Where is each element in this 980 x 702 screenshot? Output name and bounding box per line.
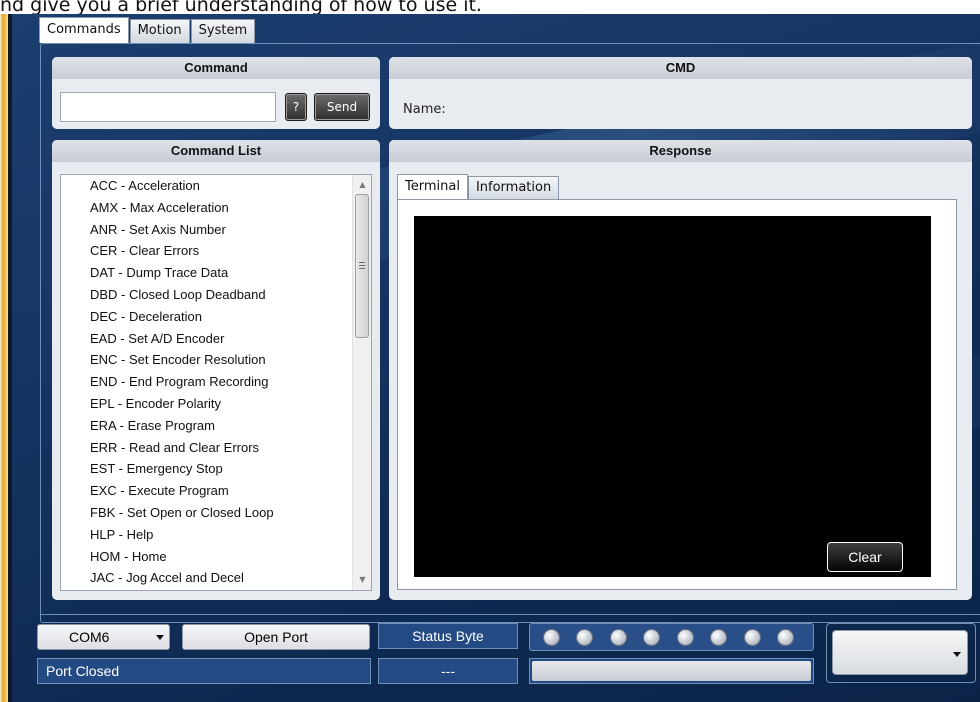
- status-progress-fill: [532, 661, 811, 681]
- list-item[interactable]: DEC - Deceleration: [61, 306, 351, 328]
- command-panel: Command ? Send: [52, 57, 380, 129]
- list-item[interactable]: HLP - Help: [61, 524, 351, 546]
- send-button[interactable]: Send: [314, 93, 370, 121]
- help-button[interactable]: ?: [285, 93, 307, 121]
- response-panel: Response Terminal Information Clear: [389, 140, 972, 600]
- tab-terminal[interactable]: Terminal: [397, 174, 468, 200]
- list-item[interactable]: ERA - Erase Program: [61, 415, 351, 437]
- list-item[interactable]: EPL - Encoder Polarity: [61, 393, 351, 415]
- command-panel-title: Command: [52, 57, 380, 79]
- list-item[interactable]: ERR - Read and Clear Errors: [61, 437, 351, 459]
- command-list-items: ACC - Acceleration AMX - Max Acceleratio…: [61, 175, 351, 589]
- chevron-down-icon: [156, 635, 164, 640]
- scroll-down-arrow-icon[interactable]: ▼: [353, 572, 371, 588]
- status-led-panel: [529, 623, 814, 651]
- clear-button[interactable]: Clear: [827, 542, 903, 572]
- response-panel-title: Response: [389, 140, 972, 162]
- list-item[interactable]: ENC - Set Encoder Resolution: [61, 349, 351, 371]
- tab-motion[interactable]: Motion: [129, 19, 190, 43]
- command-input[interactable]: [60, 92, 276, 122]
- list-item[interactable]: JAC - Jog Accel and Decel: [61, 567, 351, 589]
- main-tab-bar: Commands Motion System: [39, 17, 256, 43]
- status-led-icon: [745, 630, 760, 645]
- scroll-thumb[interactable]: [355, 194, 369, 338]
- list-item[interactable]: CER - Clear Errors: [61, 240, 351, 262]
- status-led-icon: [611, 630, 626, 645]
- status-led-icon: [711, 630, 726, 645]
- tab-information[interactable]: Information: [467, 176, 560, 200]
- cmd-name-label: Name:: [403, 102, 446, 117]
- status-led-icon: [778, 630, 793, 645]
- status-byte-label: Status Byte: [378, 623, 518, 649]
- page-caption: nd give you a brief understanding of how…: [0, 0, 482, 14]
- port-status: Port Closed: [37, 658, 371, 684]
- tab-commands[interactable]: Commands: [39, 17, 129, 43]
- status-byte-value: ---: [378, 658, 518, 684]
- list-item[interactable]: EAD - Set A/D Encoder: [61, 328, 351, 350]
- list-item[interactable]: EXC - Execute Program: [61, 480, 351, 502]
- divider: [40, 614, 980, 615]
- list-item[interactable]: DAT - Dump Trace Data: [61, 262, 351, 284]
- terminal-output[interactable]: Clear: [414, 216, 931, 577]
- tab-system[interactable]: System: [190, 19, 256, 43]
- list-item[interactable]: DBD - Closed Loop Deadband: [61, 284, 351, 306]
- scroll-grip: [359, 268, 365, 269]
- command-list-panel: Command List ACC - Acceleration AMX - Ma…: [52, 140, 380, 600]
- open-port-button[interactable]: Open Port: [182, 624, 370, 650]
- list-item[interactable]: EST - Emergency Stop: [61, 458, 351, 480]
- cmd-info-panel: CMD Name:: [389, 57, 972, 129]
- com-port-select[interactable]: COM6: [37, 624, 170, 650]
- response-tab-content: Clear: [397, 199, 957, 590]
- list-item[interactable]: ACC - Acceleration: [61, 175, 351, 197]
- right-dropdown[interactable]: [832, 630, 968, 675]
- status-progress-bar: [529, 658, 814, 684]
- com-port-value: COM6: [69, 629, 110, 645]
- list-item[interactable]: END - End Program Recording: [61, 371, 351, 393]
- command-list-scrollbar[interactable]: ▲ ▼: [352, 175, 371, 590]
- list-item[interactable]: ANR - Set Axis Number: [61, 219, 351, 241]
- scroll-grip: [359, 265, 365, 266]
- response-tab-bar: Terminal Information: [397, 174, 560, 200]
- chevron-down-icon: [953, 652, 961, 657]
- command-listbox[interactable]: ACC - Acceleration AMX - Max Acceleratio…: [60, 174, 372, 591]
- list-item[interactable]: AMX - Max Acceleration: [61, 197, 351, 219]
- status-led-icon: [544, 630, 559, 645]
- status-led-icon: [678, 630, 693, 645]
- list-item[interactable]: HOM - Home: [61, 546, 351, 568]
- status-led-icon: [577, 630, 592, 645]
- command-list-title: Command List: [52, 140, 380, 162]
- scroll-up-arrow-icon[interactable]: ▲: [353, 177, 371, 193]
- scroll-grip: [359, 262, 365, 263]
- list-item[interactable]: FBK - Set Open or Closed Loop: [61, 502, 351, 524]
- status-led-icon: [644, 630, 659, 645]
- app-window: Commands Motion System Command ? Send CM…: [12, 14, 980, 702]
- cmd-panel-title: CMD: [389, 57, 972, 79]
